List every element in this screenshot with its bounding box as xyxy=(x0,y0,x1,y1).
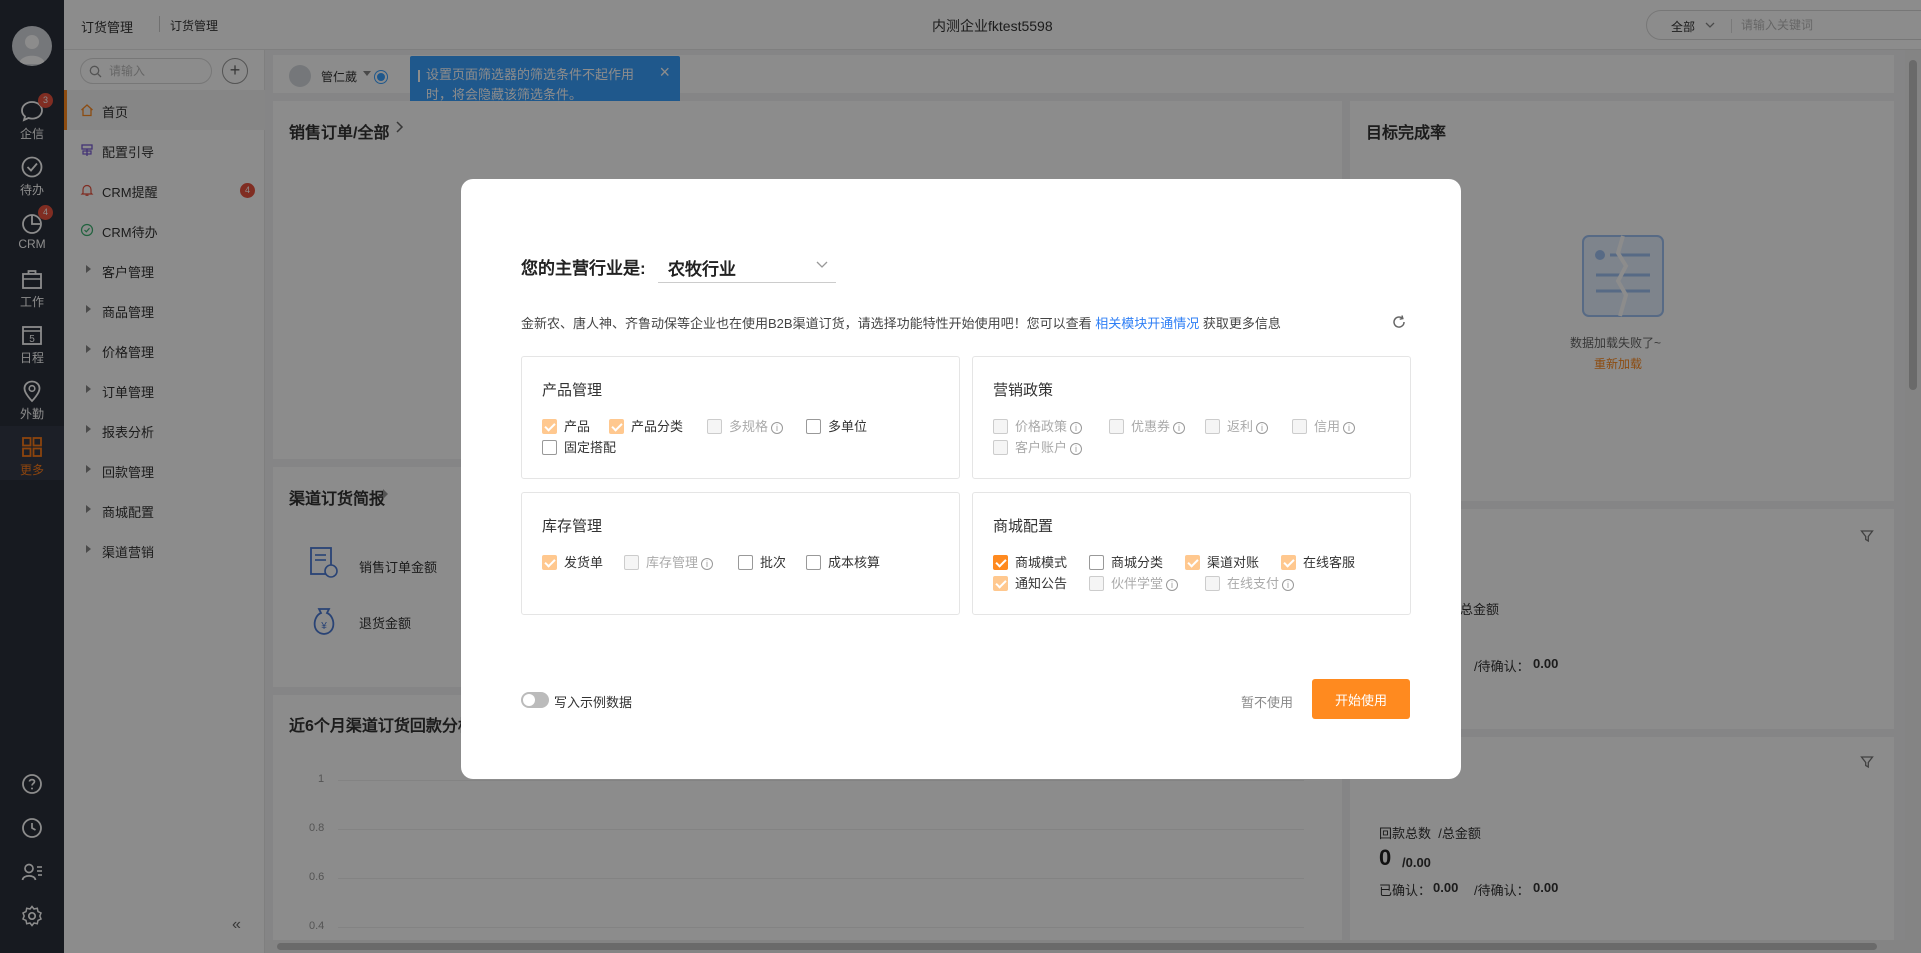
info-icon[interactable]: i xyxy=(1070,422,1083,434)
checkbox[interactable] xyxy=(542,555,557,570)
option-label: 成本核算 xyxy=(828,555,881,570)
checkbox[interactable] xyxy=(993,419,1008,434)
checkbox[interactable] xyxy=(609,419,624,434)
option-label: 商城模式 xyxy=(1015,555,1068,570)
info-icon[interactable]: i xyxy=(1173,422,1186,434)
option-text: 价格政策 xyxy=(1015,419,1068,434)
option-text: 客户账户 xyxy=(1015,440,1068,455)
toggle-knob xyxy=(523,694,535,706)
option-text: 返利 xyxy=(1227,419,1254,434)
option-label: 在线支付 i xyxy=(1227,576,1295,592)
section-product-management: 产品管理 产品 产品分类 多规格 i 多单位 固定搭配 xyxy=(521,356,960,479)
checkbox[interactable] xyxy=(1205,576,1220,591)
checkbox[interactable] xyxy=(993,576,1008,591)
section-marketing-policy: 营销政策 价格政策 i 优惠券 i 返利 i 信用 i 客户账户 i xyxy=(972,356,1411,479)
option-label: 信用 i xyxy=(1314,419,1356,435)
chevron-down-icon xyxy=(816,261,828,269)
section-title: 营销政策 xyxy=(993,382,1054,399)
option-text: 库存管理 xyxy=(646,555,699,570)
sample-data-toggle[interactable] xyxy=(521,692,549,708)
info-icon[interactable]: i xyxy=(701,558,714,570)
section-mall-config: 商城配置 商城模式 商城分类 渠道对账 在线客服 通知公告 伙伴学堂 i 在线支付… xyxy=(972,492,1411,615)
section-inventory-management: 库存管理 发货单 库存管理 i 批次 成本核算 xyxy=(521,492,960,615)
option-label: 返利 i xyxy=(1227,419,1269,435)
option-text: 信用 xyxy=(1314,419,1341,434)
option-label: 通知公告 xyxy=(1015,576,1068,591)
info-icon[interactable]: i xyxy=(1256,422,1269,434)
checkbox[interactable] xyxy=(1281,555,1296,570)
checkbox[interactable] xyxy=(806,555,821,570)
checkbox[interactable] xyxy=(542,440,557,455)
section-title: 库存管理 xyxy=(542,518,603,535)
industry-value: 农牧行业 xyxy=(668,260,736,279)
checkbox[interactable] xyxy=(1205,419,1220,434)
checkbox[interactable] xyxy=(738,555,753,570)
info-icon[interactable]: i xyxy=(1282,579,1295,591)
option-label: 多规格 i xyxy=(729,419,784,435)
option-label: 固定搭配 xyxy=(564,440,617,455)
skip-button[interactable]: 暂不使用 xyxy=(1241,692,1293,711)
sample-data-label: 写入示例数据 xyxy=(554,695,633,710)
option-label: 渠道对账 xyxy=(1207,555,1260,570)
option-text: 优惠券 xyxy=(1131,419,1171,434)
option-label: 产品 xyxy=(564,419,591,434)
option-text: 多规格 xyxy=(729,419,769,434)
option-label: 价格政策 i xyxy=(1015,419,1083,435)
module-status-link[interactable]: 相关模块开通情况 xyxy=(1095,316,1199,331)
option-label: 客户账户 i xyxy=(1015,440,1083,456)
checkbox[interactable] xyxy=(993,440,1008,455)
option-text: 伙伴学堂 xyxy=(1111,576,1164,591)
checkbox[interactable] xyxy=(1185,555,1200,570)
option-label: 商城分类 xyxy=(1111,555,1164,570)
option-label: 伙伴学堂 i xyxy=(1111,576,1179,592)
description-text: 金新农、唐人神、齐鲁动保等企业也在使用B2B渠道订货，请选择功能特性开始使用吧！… xyxy=(521,316,1092,331)
info-icon[interactable]: i xyxy=(771,422,784,434)
industry-label: 您的主营行业是: xyxy=(521,259,646,278)
option-label: 多单位 xyxy=(828,419,868,434)
option-label: 优惠券 i xyxy=(1131,419,1186,435)
checkbox[interactable] xyxy=(624,555,639,570)
checkbox[interactable] xyxy=(806,419,821,434)
checkbox[interactable] xyxy=(542,419,557,434)
option-label: 库存管理 i xyxy=(646,555,714,571)
option-text: 在线支付 xyxy=(1227,576,1280,591)
option-label: 产品分类 xyxy=(631,419,684,434)
feature-setup-dialog: 您的主营行业是: 农牧行业 金新农、唐人神、齐鲁动保等企业也在使用B2B渠道订货… xyxy=(461,179,1461,779)
start-button[interactable]: 开始使用 xyxy=(1312,679,1410,719)
checkbox[interactable] xyxy=(1109,419,1124,434)
checkbox[interactable] xyxy=(707,419,722,434)
info-icon[interactable]: i xyxy=(1343,422,1356,434)
checkbox[interactable] xyxy=(1292,419,1307,434)
checkbox[interactable] xyxy=(993,555,1008,570)
checkbox[interactable] xyxy=(1089,576,1104,591)
option-label: 在线客服 xyxy=(1303,555,1356,570)
industry-select[interactable]: 农牧行业 xyxy=(658,249,836,283)
info-icon[interactable]: i xyxy=(1166,579,1179,591)
info-icon[interactable]: i xyxy=(1070,443,1083,455)
description-suffix: 获取更多信息 xyxy=(1202,316,1281,331)
checkbox[interactable] xyxy=(1089,555,1104,570)
dialog-description: 金新农、唐人神、齐鲁动保等企业也在使用B2B渠道订货，请选择功能特性开始使用吧！… xyxy=(521,313,1281,332)
section-title: 商城配置 xyxy=(993,518,1054,535)
option-label: 批次 xyxy=(760,555,787,570)
option-label: 发货单 xyxy=(564,555,604,570)
refresh-icon[interactable] xyxy=(1391,314,1407,330)
section-title: 产品管理 xyxy=(542,382,603,399)
